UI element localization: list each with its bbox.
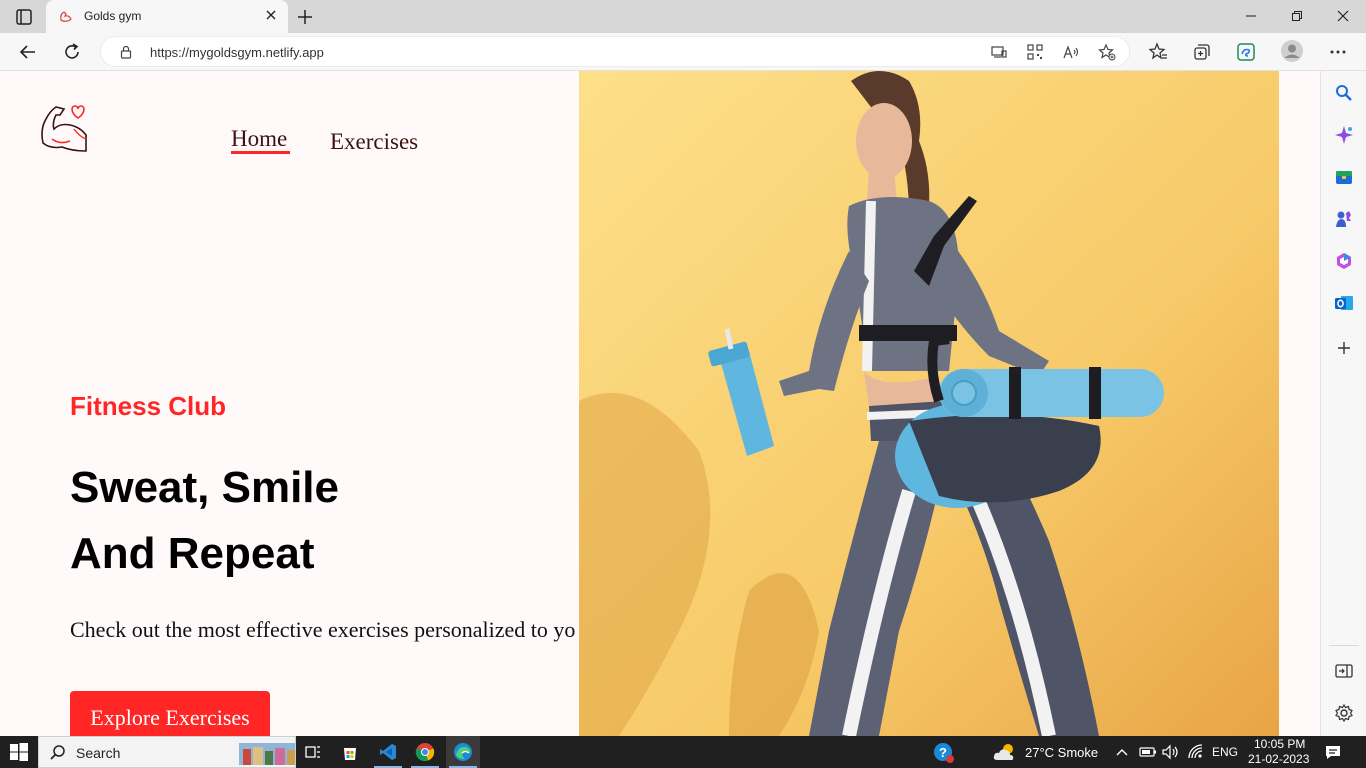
restore-icon[interactable] — [1274, 5, 1320, 27]
taskbar-search-label: Search — [76, 745, 121, 761]
minimize-icon[interactable] — [1228, 5, 1274, 27]
edge-sidebar — [1320, 71, 1366, 736]
battery-icon[interactable] — [1138, 742, 1158, 762]
search-highlight-image-icon[interactable] — [239, 739, 295, 767]
explore-exercises-button[interactable]: Explore Exercises — [70, 691, 270, 736]
collections-icon[interactable] — [1192, 42, 1212, 62]
hide-sidebar-icon[interactable] — [1334, 661, 1354, 681]
read-aloud-icon[interactable] — [1062, 43, 1080, 61]
language-indicator[interactable]: ENG — [1212, 745, 1238, 759]
clock-date[interactable]: 21-02-2023 — [1248, 752, 1309, 766]
svg-text:?: ? — [939, 745, 947, 760]
sidebar-divider — [1329, 645, 1359, 646]
hero-headline-line1: Sweat, Smile — [70, 463, 340, 512]
gym-favicon-icon — [58, 8, 74, 24]
nav-exercises-link[interactable]: Exercises — [330, 129, 418, 155]
settings-gear-icon[interactable] — [1334, 703, 1354, 723]
more-options-icon[interactable] — [1328, 42, 1348, 62]
lock-icon[interactable] — [119, 45, 133, 59]
volume-icon[interactable] — [1160, 742, 1180, 762]
office-icon[interactable] — [1334, 251, 1354, 271]
clock-time[interactable]: 10:05 PM — [1254, 737, 1305, 751]
hero-banner-image — [579, 71, 1279, 736]
back-arrow-icon[interactable] — [14, 39, 42, 65]
microsoft-store-icon[interactable] — [340, 742, 360, 762]
help-icon[interactable]: ? — [933, 742, 954, 763]
tab-strip: Golds gym — [0, 0, 1366, 33]
edge-icon[interactable] — [453, 742, 473, 762]
close-tab-icon[interactable] — [264, 8, 278, 22]
url-text[interactable]: https://mygoldsgym.netlify.app — [150, 45, 324, 60]
profile-avatar-icon[interactable] — [1281, 40, 1303, 62]
taskbar-search-box[interactable]: Search — [38, 736, 296, 768]
wifi-icon[interactable] — [1186, 742, 1206, 762]
task-view-icon[interactable] — [303, 742, 323, 762]
browser-tab[interactable]: Golds gym — [46, 0, 288, 33]
close-window-icon[interactable] — [1320, 5, 1366, 27]
notifications-icon[interactable] — [1323, 742, 1343, 762]
hero-description: Check out the most effective exercises p… — [70, 617, 576, 642]
new-tab-icon[interactable] — [294, 6, 316, 28]
address-bar[interactable]: https://mygoldsgym.netlify.app — [100, 36, 1130, 67]
gym-logo-icon[interactable] — [38, 101, 90, 153]
windows-taskbar: Search ? 27°C Smoke ENG 10:05 PM 21-02-2… — [0, 736, 1366, 768]
outlook-icon[interactable] — [1334, 293, 1354, 313]
vscode-icon[interactable] — [378, 742, 398, 762]
refresh-icon[interactable] — [58, 39, 86, 65]
qr-code-icon[interactable] — [1026, 43, 1044, 61]
nav-home-link[interactable]: Home — [231, 126, 287, 152]
windows-start-icon[interactable] — [9, 742, 29, 762]
add-icon[interactable] — [1334, 338, 1354, 358]
page-content: Home Exercises Fitness Club Sweat, Smile… — [0, 71, 1320, 736]
games-icon[interactable] — [1334, 209, 1354, 229]
app-available-icon[interactable] — [990, 43, 1008, 61]
weather-text[interactable]: 27°C Smoke — [1025, 745, 1098, 760]
shopping-icon[interactable] — [1334, 167, 1354, 187]
weather-cloud-icon[interactable] — [993, 742, 1019, 762]
screen: Golds gym https://mygoldsgym.netlify.app… — [0, 0, 1366, 768]
search-magnifier-icon — [49, 744, 67, 767]
tab-actions-icon[interactable] — [10, 7, 38, 27]
hero-headline-line2: And Repeat — [70, 529, 315, 578]
edge-browser-essentials-icon[interactable] — [1236, 42, 1256, 62]
chevron-up-icon[interactable] — [1114, 742, 1134, 762]
browser-toolbar: https://mygoldsgym.netlify.app — [0, 33, 1366, 71]
chrome-icon[interactable] — [415, 742, 435, 762]
search-icon[interactable] — [1334, 83, 1354, 103]
tab-title: Golds gym — [84, 9, 142, 23]
add-favorite-icon[interactable] — [1098, 43, 1116, 61]
copilot-icon[interactable] — [1334, 125, 1354, 145]
favorites-icon[interactable] — [1148, 42, 1168, 62]
active-nav-underline — [231, 151, 290, 154]
hero-eyebrow: Fitness Club — [70, 391, 227, 421]
